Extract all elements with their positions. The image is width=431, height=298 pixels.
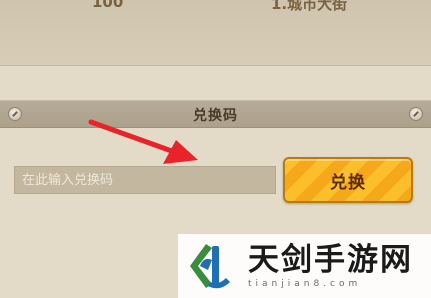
site-logo-icon [190,244,230,289]
watermark-brand-en: tianjian8.com [248,279,362,289]
watermark: 天剑手游网 tianjian8.com [178,234,431,298]
watermark-brand-cn: 天剑手游网 [248,242,413,278]
